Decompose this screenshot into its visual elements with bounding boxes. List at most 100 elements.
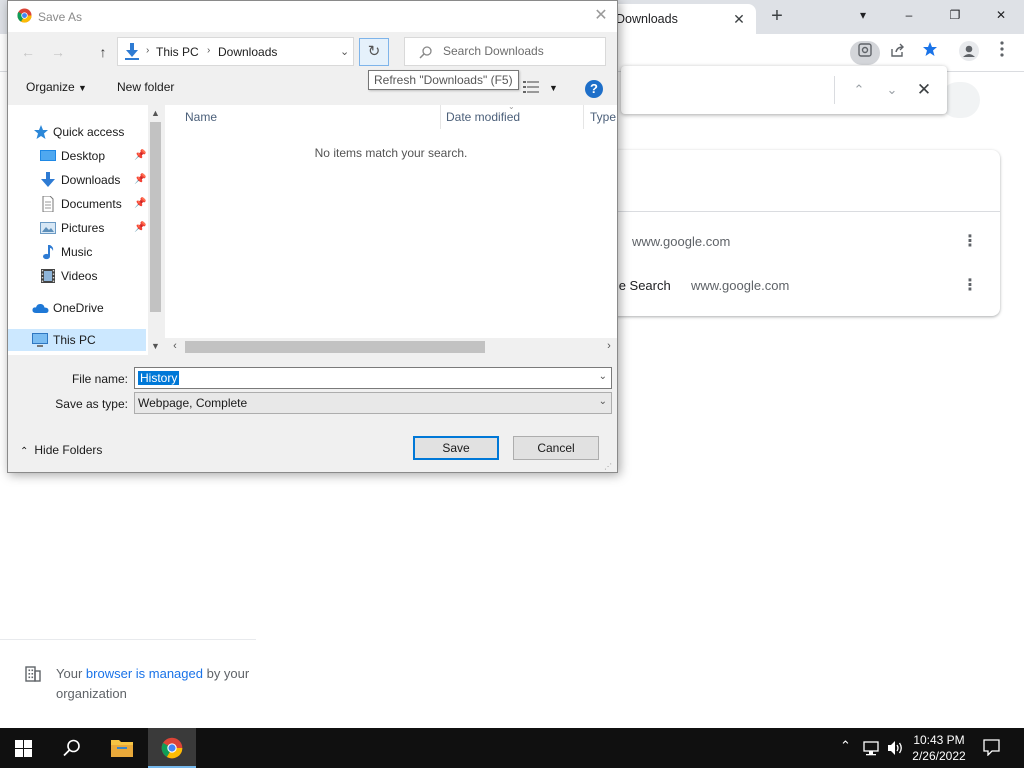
pin-icon: 📌	[134, 198, 147, 209]
resize-grip-icon[interactable]: ⋰	[604, 462, 612, 471]
minimize-button[interactable]: –	[886, 0, 932, 32]
scroll-thumb[interactable]	[150, 122, 161, 312]
column-separator[interactable]	[583, 105, 584, 129]
address-dropdown-icon[interactable]: ⌄	[340, 45, 349, 58]
scroll-left-icon[interactable]: ‹	[167, 338, 183, 355]
nav-label: Desktop	[61, 149, 106, 163]
back-arrow-icon[interactable]: ←	[19, 43, 37, 61]
hide-folders-toggle[interactable]: ⌃ Hide Folders	[20, 443, 102, 457]
new-tab-button[interactable]: +	[765, 5, 789, 29]
file-list-pane: Name Date modified ⌄ Type No items match…	[165, 102, 617, 355]
chevron-up-icon: ⌃	[20, 446, 29, 457]
breadcrumb-chevron-icon[interactable]: ›	[146, 45, 149, 56]
scroll-up-icon[interactable]: ▲	[148, 108, 163, 118]
dialog-close-icon[interactable]: ✕	[592, 7, 610, 25]
nav-label: Music	[61, 245, 93, 259]
star-icon	[33, 124, 49, 140]
managed-link[interactable]: browser is managed	[86, 666, 203, 681]
music-note-icon	[40, 244, 56, 260]
film-icon	[40, 268, 56, 284]
nav-item-desktop[interactable]: Desktop 📌	[8, 145, 148, 167]
bookmark-star-icon[interactable]	[917, 41, 943, 65]
column-separator[interactable]	[440, 105, 441, 129]
save-type-select[interactable]: Webpage, Complete ⌄	[134, 392, 612, 414]
share-icon[interactable]	[885, 41, 911, 65]
horizontal-scrollbar[interactable]: ‹ ›	[165, 338, 617, 355]
nav-label: Downloads	[61, 173, 121, 187]
find-next-icon[interactable]: ⌄	[882, 80, 902, 100]
up-arrow-icon[interactable]: ↑	[94, 43, 112, 61]
tab-close-icon[interactable]: ✕	[730, 10, 748, 28]
search-input[interactable]	[443, 44, 593, 58]
nav-label: Quick access	[53, 125, 125, 139]
search-downloads-box[interactable]	[404, 37, 606, 66]
lens-icon[interactable]	[852, 41, 878, 65]
breadcrumb-this-pc[interactable]: This PC	[156, 45, 199, 59]
nav-item-music[interactable]: Music	[8, 241, 148, 263]
save-as-dialog: Save As ✕ ← → ↑ › This PC › Downloads ⌄ …	[7, 0, 618, 473]
view-dropdown-icon[interactable]: ▼	[549, 83, 558, 93]
file-explorer-taskbar-button[interactable]	[98, 728, 146, 768]
cloud-icon	[32, 300, 49, 316]
pin-icon: 📌	[134, 174, 147, 185]
column-header-date[interactable]: Date modified	[446, 110, 520, 124]
scroll-down-icon[interactable]: ▼	[148, 341, 163, 351]
chrome-logo-icon	[17, 8, 32, 26]
refresh-button[interactable]: ↻	[359, 38, 389, 66]
volume-icon[interactable]	[887, 740, 904, 759]
forward-arrow-icon[interactable]: →	[49, 43, 67, 61]
nav-item-documents[interactable]: Documents 📌	[8, 193, 148, 215]
nav-label: Pictures	[61, 221, 105, 235]
find-previous-icon[interactable]: ⌃	[849, 80, 869, 100]
breadcrumb-chevron-icon[interactable]: ›	[207, 45, 210, 56]
search-taskbar-button[interactable]	[48, 728, 96, 768]
chevron-down-icon[interactable]: ⌄	[599, 371, 607, 382]
chrome-menu-icon[interactable]	[989, 41, 1015, 65]
start-button[interactable]	[0, 728, 48, 768]
downloads-folder-icon	[124, 43, 140, 63]
nav-item-quick-access[interactable]: Quick access	[8, 121, 148, 143]
history-row-url[interactable]: www.google.com	[691, 278, 789, 293]
network-icon[interactable]	[862, 740, 880, 759]
notifications-icon[interactable]	[983, 739, 1000, 759]
history-row-url[interactable]: www.google.com	[632, 234, 730, 249]
save-button[interactable]: Save	[413, 436, 499, 460]
nav-item-this-pc[interactable]: This PC	[8, 329, 146, 351]
nav-item-onedrive[interactable]: OneDrive	[8, 297, 148, 319]
file-name-value[interactable]: History	[138, 371, 180, 385]
find-in-page-bar: ⌃ ⌄ ✕	[621, 66, 947, 114]
column-header-name[interactable]: Name	[185, 110, 217, 124]
restore-button[interactable]: ❐	[932, 0, 978, 32]
nav-item-downloads[interactable]: Downloads 📌	[8, 169, 148, 191]
tray-overflow-icon[interactable]: ⌃	[840, 738, 851, 754]
organize-menu[interactable]: Organize ▼	[26, 80, 87, 94]
column-header-type[interactable]: Type	[590, 110, 616, 124]
tab-search-button[interactable]: ▾	[840, 0, 886, 32]
chrome-taskbar-button[interactable]	[148, 728, 196, 768]
row-menu-icon[interactable]: ⋮	[962, 232, 978, 252]
dialog-titlebar[interactable]: Save As ✕	[8, 1, 617, 32]
nav-scrollbar[interactable]: ▲ ▼	[148, 105, 163, 355]
help-icon[interactable]: ?	[585, 80, 603, 98]
nav-item-videos[interactable]: Videos	[8, 265, 148, 287]
cancel-button[interactable]: Cancel	[513, 436, 599, 460]
address-bar[interactable]: › This PC › Downloads ⌄	[117, 37, 354, 66]
row-menu-icon[interactable]: ⋮	[962, 276, 978, 296]
close-window-button[interactable]: ✕	[978, 0, 1024, 32]
find-close-icon[interactable]: ✕	[914, 80, 934, 100]
hide-folders-label: Hide Folders	[34, 443, 103, 457]
file-name-field[interactable]: History ⌄	[134, 367, 612, 389]
desktop-icon	[40, 148, 56, 164]
building-icon	[24, 665, 42, 683]
view-options-icon[interactable]	[523, 81, 539, 96]
system-clock[interactable]: 10:43 PM 2/26/2022	[904, 732, 974, 764]
chevron-down-icon[interactable]: ⌄	[599, 396, 607, 407]
new-folder-button[interactable]: New folder	[117, 80, 174, 94]
scroll-right-icon[interactable]: ›	[601, 338, 617, 355]
download-arrow-icon	[40, 172, 56, 188]
profile-avatar-icon[interactable]	[956, 41, 982, 65]
breadcrumb-downloads[interactable]: Downloads	[218, 45, 277, 59]
file-name-label: File name:	[71, 372, 128, 386]
nav-item-pictures[interactable]: Pictures 📌	[8, 217, 148, 239]
scroll-thumb[interactable]	[185, 341, 485, 353]
